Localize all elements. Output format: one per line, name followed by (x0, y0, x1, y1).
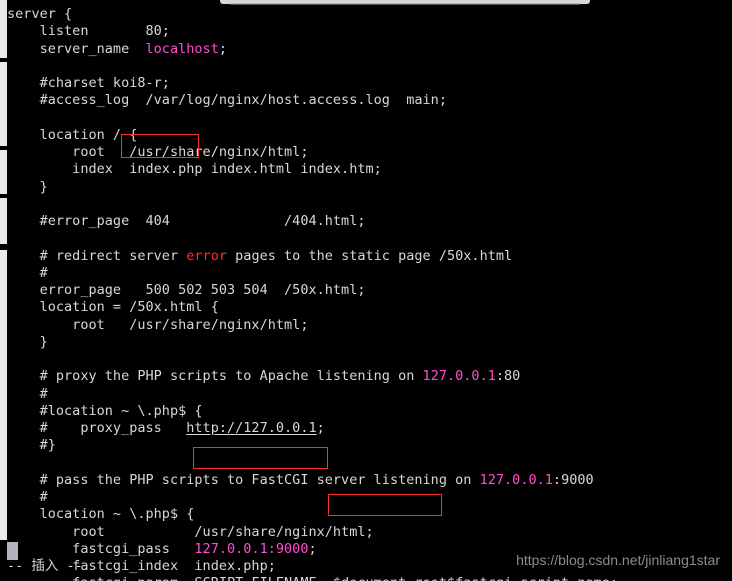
code-line: server_name localhost; (7, 41, 732, 58)
code-token: fastcgi_pass (7, 540, 195, 557)
code-token: :9000 (552, 471, 594, 488)
code-token: root /usr/share/nginx/html; (7, 144, 309, 160)
code-token: } (7, 178, 48, 195)
code-token: server { (7, 6, 73, 22)
gutter-segment (0, 198, 7, 244)
code-line: root /usr/share/nginx/html; (7, 317, 732, 334)
code-token: # pass the PHP scripts to FastCGI server… (7, 471, 480, 488)
code-token: location / { (7, 126, 138, 143)
code-token: localhost (145, 40, 219, 57)
code-token: ; (316, 420, 325, 436)
code-line: # proxy_pass http://127.0.0.1; (7, 420, 732, 437)
code-line: index index.php index.html index.htm; (7, 161, 732, 178)
code-token: } (7, 333, 48, 350)
code-token: location ~ \.php$ { (7, 506, 195, 523)
code-token: :80 (495, 368, 521, 385)
code-line: location ~ \.php$ { (7, 506, 732, 523)
code-token: http://127.0.0.1 (186, 420, 317, 436)
code-token: # proxy the PHP scripts to Apache listen… (7, 368, 423, 385)
code-line: # (7, 386, 732, 403)
gutter-segment (0, 150, 7, 194)
code-line: fastcgi_param SCRIPT_FILENAME $document_… (7, 575, 732, 581)
code-token: #} (7, 437, 56, 454)
code-line: # (7, 489, 732, 506)
code-token: error_page 500 502 503 504 /50x.html; (7, 282, 366, 298)
code-token: # (7, 385, 48, 402)
code-line: root /usr/share/nginx/html; (7, 144, 732, 161)
code-token: # (7, 489, 48, 505)
code-line: server { (7, 6, 732, 23)
code-line: error_page 500 502 503 504 /50x.html; (7, 282, 732, 299)
code-line: #location ~ \.php$ { (7, 403, 732, 420)
code-token: # redirect server (7, 247, 187, 264)
code-token: ; (218, 40, 228, 57)
gutter-segment (0, 62, 7, 146)
code-token: server_name (7, 40, 146, 57)
vim-status-line: -- 插入 -- (7, 558, 83, 574)
code-token: # (7, 264, 48, 281)
terminal-window: server { listen 80; server_name localhos… (0, 0, 732, 581)
background-window-edge-shadow (230, 3, 580, 5)
code-token: error (186, 247, 227, 264)
code-line: } (7, 334, 732, 351)
code-line: # redirect server error pages to the sta… (7, 248, 732, 265)
gutter-segment (0, 0, 7, 58)
code-line: #} (7, 437, 732, 454)
code-line: # pass the PHP scripts to FastCGI server… (7, 472, 732, 489)
code-line: #error_page 404 /404.html; (7, 213, 732, 230)
code-token: #error_page 404 /404.html; (7, 213, 366, 229)
watermark-url: https://blog.csdn.net/jinliang1star (516, 552, 720, 568)
code-line: # (7, 265, 732, 282)
gutter-segment (0, 250, 7, 540)
editor-text-buffer[interactable]: server { listen 80; server_name localhos… (7, 6, 732, 581)
code-token: fastcgi_param SCRIPT_FILENAME $document_… (7, 575, 618, 581)
code-line: #access_log /var/log/nginx/host.access.l… (7, 92, 732, 109)
code-line: location / { (7, 127, 732, 144)
code-token: #charset koi8-r; (7, 75, 170, 91)
code-line: # proxy the PHP scripts to Apache listen… (7, 368, 732, 385)
code-token: #location ~ \.php$ { (7, 402, 203, 419)
code-token: 127.0.0.1 (422, 368, 496, 385)
code-token: pages to the static page /50x.html (227, 247, 513, 264)
left-scroll-gutter[interactable] (0, 0, 7, 581)
code-line: location = /50x.html { (7, 299, 732, 316)
code-token: index index.php index.html index.htm; (7, 161, 382, 178)
code-token: root /usr/share/nginx/html; (7, 316, 309, 333)
code-token: 127.0.0.1:9000 (194, 540, 309, 557)
code-token: #access_log /var/log/nginx/host.access.l… (7, 92, 447, 109)
code-line: root /usr/share/nginx/html; (7, 524, 732, 541)
code-token: location = /50x.html { (7, 299, 219, 316)
code-token: 127.0.0.1 (479, 471, 553, 488)
code-token: ; (308, 540, 317, 557)
code-line: #charset koi8-r; (7, 75, 732, 92)
code-line: listen 80; (7, 23, 732, 40)
code-token: root /usr/share/nginx/html; (7, 523, 374, 540)
code-line: } (7, 179, 732, 196)
code-token: listen 80; (7, 23, 170, 40)
code-token: # proxy_pass (7, 420, 187, 436)
